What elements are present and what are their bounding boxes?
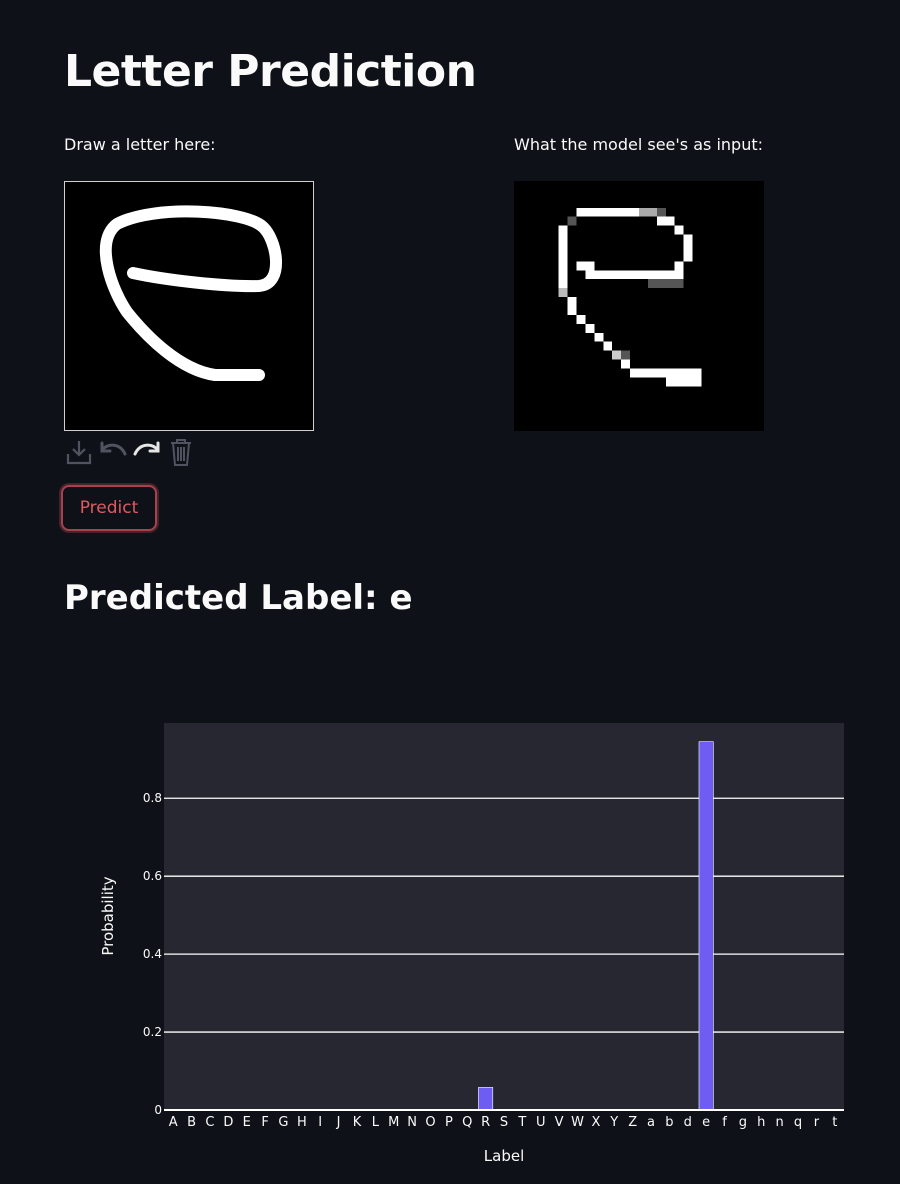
x-tick-label: W (571, 1115, 584, 1130)
x-tick-label: n (776, 1115, 784, 1130)
x-axis-title: Label (484, 1147, 524, 1165)
drawn-letter-stroke (99, 205, 282, 381)
x-tick-label: T (517, 1115, 526, 1130)
page-title: Letter Prediction (64, 46, 477, 97)
undo-icon[interactable] (98, 437, 128, 467)
x-tick-label: q (794, 1115, 802, 1130)
x-tick-label: I (318, 1115, 322, 1130)
x-tick-labels: ABCDEFGHIJKLMNOPQRSTUVWXYZabdefghnqrt (169, 1115, 838, 1130)
x-tick-label: A (169, 1115, 178, 1130)
x-tick-label: H (297, 1115, 307, 1130)
y-tick-label: 0.4 (143, 947, 162, 961)
model-input-image (514, 181, 764, 431)
y-tick-label: 0.8 (143, 791, 162, 805)
x-tick-label: C (205, 1115, 214, 1130)
draw-canvas-label: Draw a letter here: (64, 135, 216, 154)
pixelated-letter (558, 207, 702, 387)
x-tick-label: f (722, 1115, 727, 1130)
predicted-label-heading: Predicted Label: e (64, 578, 413, 618)
x-tick-label: P (445, 1115, 453, 1130)
x-tick-label: Y (609, 1115, 618, 1130)
bar-e[interactable] (698, 741, 714, 1111)
x-tick-label: a (647, 1115, 655, 1130)
download-icon[interactable] (64, 437, 94, 467)
x-tick-label: V (555, 1115, 564, 1130)
x-tick-label: O (425, 1115, 435, 1130)
x-tick-label: h (757, 1115, 765, 1130)
x-tick-label: R (481, 1115, 490, 1130)
y-tick-label: 0.2 (143, 1025, 162, 1039)
x-tick-label: J (336, 1115, 341, 1130)
x-tick-label: F (261, 1115, 268, 1130)
x-tick-label: t (832, 1115, 837, 1130)
x-tick-label: Z (628, 1115, 637, 1130)
x-tick-label: U (536, 1115, 546, 1130)
bar-R[interactable] (478, 1087, 494, 1111)
plot-area (164, 723, 844, 1110)
y-tick-label: 0.6 (143, 869, 162, 883)
x-tick-label: r (814, 1115, 820, 1130)
y-tick-labels: 0 0.2 0.4 0.6 0.8 (143, 791, 162, 1117)
x-tick-label: G (278, 1115, 288, 1130)
x-tick-label: d (684, 1115, 692, 1130)
trash-icon[interactable] (166, 437, 196, 467)
x-tick-label: e (702, 1115, 710, 1130)
x-tick-label: X (591, 1115, 600, 1130)
x-tick-label: D (223, 1115, 233, 1130)
probability-chart: 0 0.2 0.4 0.6 0.8 ABCDEFGHIJKLMNOPQRSTUVWXYZ… (99, 723, 844, 1165)
x-tick-label: L (372, 1115, 380, 1130)
y-tick-label: 0 (154, 1103, 162, 1117)
x-tick-label: b (665, 1115, 673, 1130)
x-tick-label: M (388, 1115, 399, 1130)
drawing-canvas[interactable] (64, 181, 314, 431)
x-tick-label: Q (462, 1115, 472, 1130)
model-input-label: What the model see's as input: (514, 135, 763, 154)
canvas-toolbar (64, 436, 196, 468)
x-tick-label: N (407, 1115, 417, 1130)
redo-icon[interactable] (132, 437, 162, 467)
x-tick-label: g (739, 1115, 747, 1130)
x-tick-label: S (500, 1115, 508, 1130)
predict-button[interactable]: Predict (61, 485, 157, 531)
x-tick-label: K (353, 1115, 362, 1130)
y-axis-title: Probability (99, 876, 117, 955)
x-tick-label: E (243, 1115, 251, 1130)
x-tick-label: B (187, 1115, 196, 1130)
